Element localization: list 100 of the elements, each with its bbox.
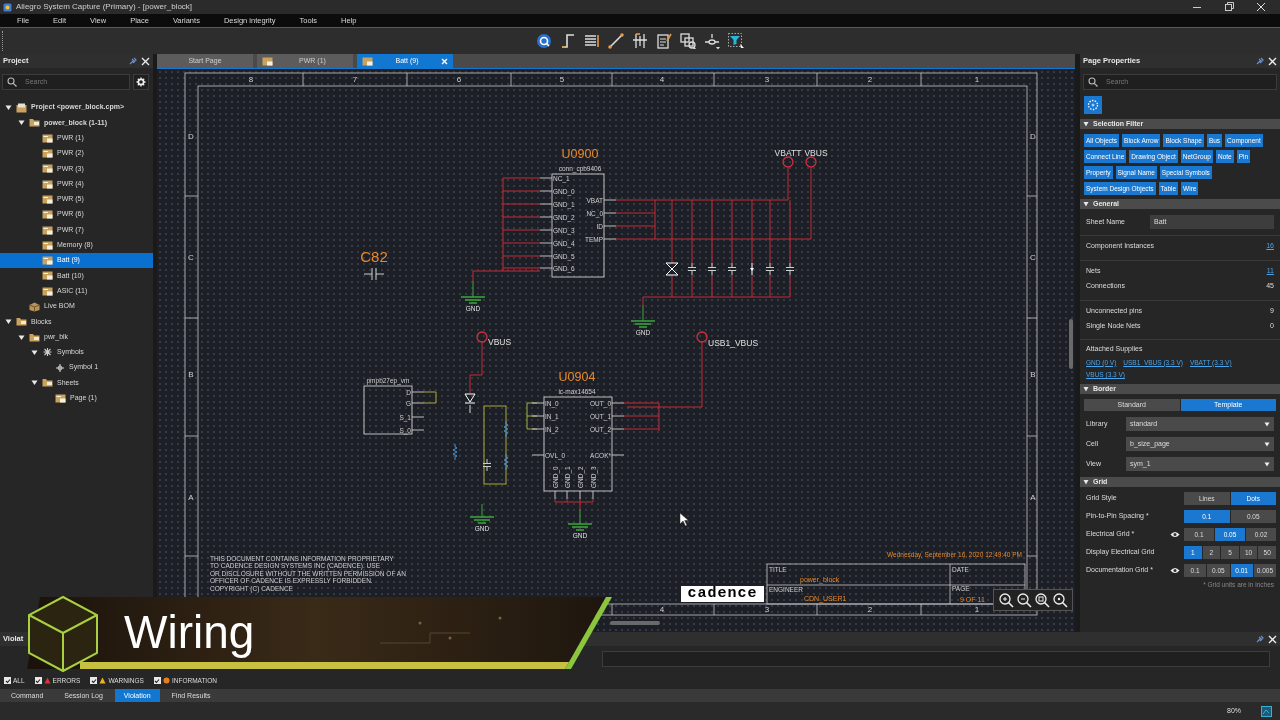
check-icon [4,677,11,684]
close-icon[interactable] [141,56,150,66]
ruler-label: A [1030,493,1036,502]
checkbox[interactable] [153,677,161,685]
net-label: USB1_VBUS [708,338,759,348]
info-icon [162,677,170,685]
step-line-icon[interactable] [559,32,577,50]
ruler-label: C [188,253,194,262]
expand-arrow-icon[interactable] [1083,479,1089,485]
pin-icon[interactable] [1256,635,1264,643]
capacitor-symbol [482,458,492,472]
search-icon [7,77,17,87]
settings-button[interactable] [133,74,149,90]
lines-icon[interactable] [583,32,601,50]
zoom-out-icon[interactable] [1016,592,1032,608]
expand-arrow-icon[interactable] [31,379,38,387]
reference-designator: C82 [360,248,388,265]
expand-arrow-icon[interactable] [5,104,12,112]
scrollbar-thumb[interactable] [1069,319,1073,369]
expand-arrow-icon[interactable] [18,333,25,341]
ruler-label: D [188,132,194,141]
expand-arrow-icon[interactable] [18,119,25,127]
search-icon [1088,77,1098,87]
checkbox[interactable] [4,677,11,685]
power-symbol [696,331,708,343]
reference-designator: U0900 [561,147,599,161]
project-icon [16,102,27,113]
settings-icon [136,77,146,87]
power-symbol [805,156,817,168]
expand-arrow-icon[interactable] [31,348,38,356]
capacitor-symbol [785,262,795,276]
restore-icon[interactable] [1224,2,1234,12]
folder-icon [16,317,27,327]
shapes-icon[interactable] [679,32,697,50]
ruler-label: 4 [659,605,665,614]
checkbox[interactable] [90,677,98,685]
magnifier-icon[interactable] [535,32,553,50]
warning-icon [99,677,107,685]
eye-icon[interactable] [1170,531,1180,538]
close-icon[interactable] [1268,634,1277,644]
note-edit-icon[interactable] [655,32,673,50]
search-field[interactable] [602,651,1270,667]
graph-icon[interactable] [1261,705,1272,717]
capacitor-symbol [687,262,697,276]
checkbox[interactable] [34,677,42,685]
pin-icon[interactable] [1256,57,1264,65]
close-icon[interactable] [1268,56,1277,66]
net-label: VBUS [488,337,512,347]
folder-icon [29,118,40,128]
ruler-label: 2 [867,75,873,84]
diode-symbol [464,393,476,404]
capacitor-symbol [727,262,737,276]
caret-icon [1264,461,1270,467]
ruler-label: D [1030,132,1036,141]
error-icon [43,677,51,685]
resistor-symbol [503,453,509,471]
app-icon [3,2,12,12]
expand-arrow-icon[interactable] [1083,121,1089,127]
zoom-area-icon[interactable] [1052,592,1068,608]
check-icon [35,677,42,684]
scrollbar-thumb[interactable] [610,621,660,625]
wire [469,404,471,414]
ruler-label: 8 [248,75,254,84]
sheet-icon [42,149,53,159]
component-symbol [363,385,425,435]
sheet-icon [42,256,53,266]
ground-symbol [567,523,593,531]
expand-arrow-icon[interactable] [1083,201,1089,207]
wire [469,341,483,394]
ruler-label: 2 [867,605,873,614]
ground-symbol [630,320,656,328]
sheet-icon [42,210,53,220]
diode-symbol [750,262,754,276]
connector-icon[interactable] [631,32,649,50]
zoom-in-icon[interactable] [998,592,1014,608]
ruler-label: C [1030,253,1036,262]
net-label: VBUS [804,148,828,158]
reference-designator: U0904 [558,370,596,384]
capacitor-symbol [363,267,385,281]
filter-settings-button[interactable] [1084,96,1102,114]
sheet-icon [42,286,53,296]
ground-symbol [469,516,495,524]
diagonal-line-icon[interactable] [607,32,625,50]
ruler-label: B [1030,370,1036,379]
ruler-label: 7 [352,75,358,84]
expand-arrow-icon[interactable] [1083,386,1089,392]
power-symbol [782,156,794,168]
close-icon[interactable] [1256,2,1266,12]
cube-icon [27,595,99,673]
expand-arrow-icon[interactable] [5,318,12,326]
pin-icon[interactable] [129,57,137,65]
resistor-symbol [452,443,458,461]
diode-symbol [665,262,679,276]
eye-icon[interactable] [1170,567,1180,574]
caret-icon [1264,441,1270,447]
filter-icon[interactable] [727,32,745,50]
zoom-fit-icon[interactable] [1034,592,1050,608]
sheet-icon [362,56,373,66]
net-symbol-icon[interactable] [703,32,721,50]
ruler-label: 3 [764,605,770,614]
